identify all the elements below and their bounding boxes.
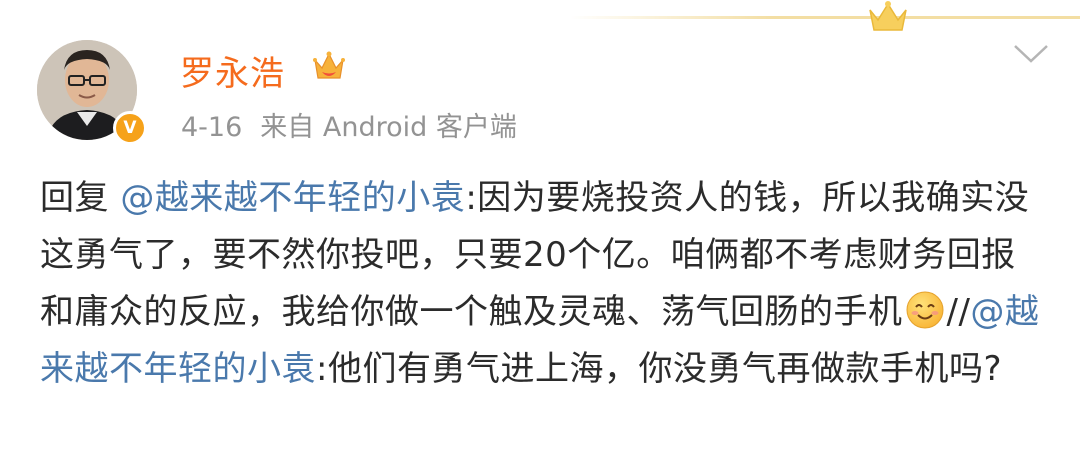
post-meta: 4-16 来自 Android 客户端 — [181, 105, 517, 144]
repost-separator: // — [946, 292, 971, 332]
avatar[interactable]: V — [37, 40, 149, 152]
post-timestamp: 4-16 — [181, 112, 243, 143]
decorative-gold-line — [570, 16, 1080, 19]
smile-emoji-icon — [906, 291, 943, 329]
vip-crown-icon[interactable] — [310, 48, 348, 86]
weibo-post-card: V 罗永浩 4-16 来自 Android 客户端 回复 @越来越不年轻的小袁:因… — [0, 0, 1080, 469]
verified-badge: V — [113, 111, 147, 145]
reply-prefix: 回复 — [40, 178, 109, 218]
post-content: 回复 @越来越不年轻的小袁:因为要烧投资人的钱，所以我确实没这勇气了，要不然你投… — [40, 170, 1050, 398]
post-text: :他们有勇气进上海，你没勇气再做款手机吗? — [316, 349, 1002, 389]
chevron-down-icon[interactable] — [1012, 42, 1050, 66]
verified-badge-letter: V — [123, 118, 137, 138]
username[interactable]: 罗永浩 — [180, 46, 285, 95]
post-source: 来自 Android 客户端 — [260, 112, 517, 143]
mention-link[interactable]: @越来越不年轻的小袁 — [120, 178, 465, 218]
crown-icon — [869, 1, 907, 31]
